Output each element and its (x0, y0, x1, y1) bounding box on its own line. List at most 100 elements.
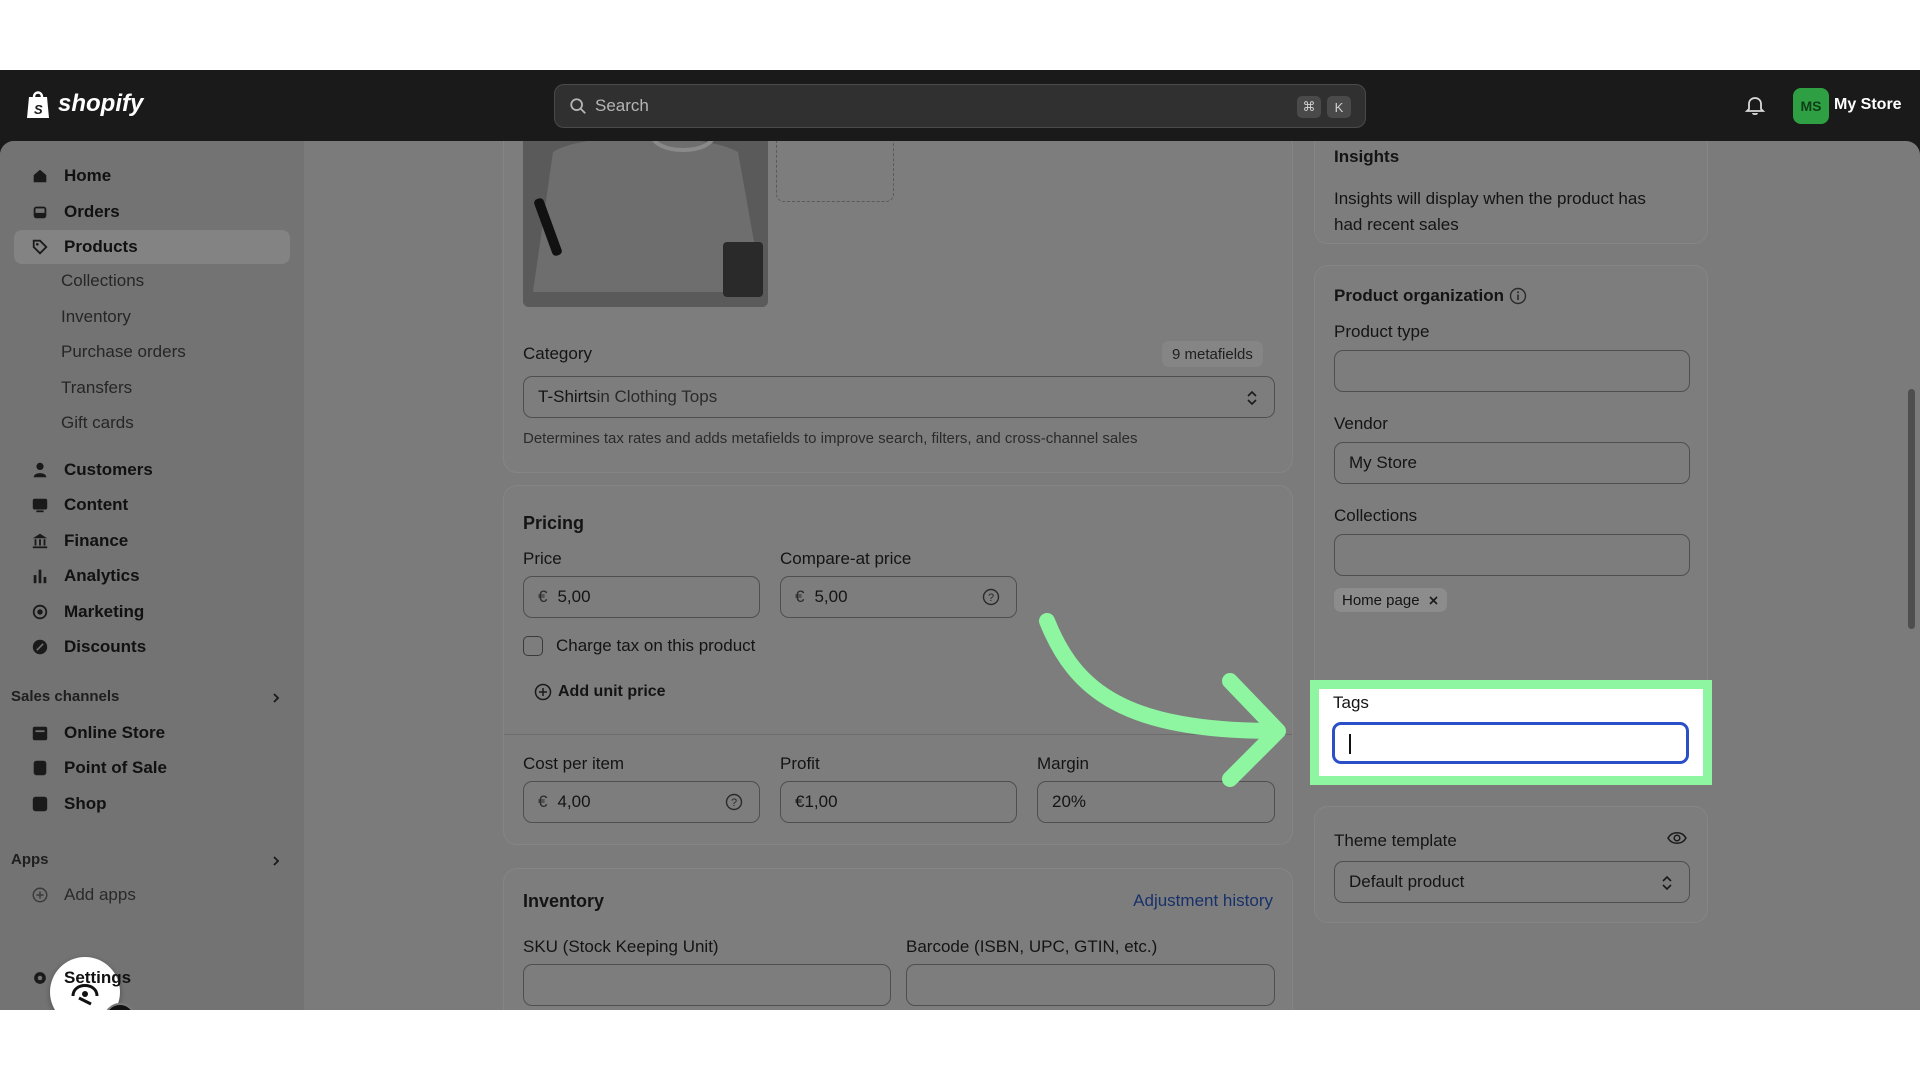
chevron-right-icon[interactable] (270, 855, 282, 867)
pointer-arrow-annotation (1039, 613, 1286, 787)
currency-symbol: € (538, 587, 548, 606)
theme-template-card: Theme template Default product (1314, 806, 1708, 923)
chevron-right-icon[interactable] (270, 692, 282, 704)
sidebar-item-finance[interactable]: Finance (14, 524, 290, 558)
sidebar-item-settings[interactable]: Settings (14, 961, 290, 995)
image-icon (30, 495, 50, 515)
eye-icon[interactable] (1667, 830, 1687, 846)
sidebar-item-label: Orders (64, 202, 120, 221)
apps-heading: Apps (11, 851, 49, 868)
adjustment-history-link[interactable]: Adjustment history (1133, 891, 1273, 911)
question-circle-icon[interactable]: ? (725, 793, 743, 811)
theme-template-value: Default product (1349, 872, 1465, 891)
theme-template-select[interactable]: Default product (1334, 861, 1690, 903)
store-name[interactable]: My Store (1834, 96, 1902, 114)
cost-per-item-input[interactable]: € 4,00 ? (523, 781, 760, 823)
sidebar-item-label: Home (64, 166, 112, 185)
sidebar-subitem-purchase-orders[interactable]: Purchase orders (61, 342, 186, 362)
question-circle-icon[interactable]: ? (982, 588, 1000, 606)
sidebar-item-label: Finance (64, 531, 129, 550)
collections-label: Collections (1334, 506, 1418, 525)
bank-icon (30, 531, 50, 551)
info-icon[interactable] (1509, 287, 1527, 305)
logo-text: shopify (58, 90, 144, 117)
insights-text: Insights will display when the product h… (1334, 186, 1646, 238)
vendor-input[interactable]: My Store (1334, 442, 1690, 484)
sidebar-item-marketing[interactable]: Marketing (14, 595, 290, 629)
barcode-input[interactable] (906, 964, 1275, 1006)
sidebar-subitem-collections[interactable]: Collections (61, 271, 144, 291)
add-unit-price-button[interactable]: Add unit price (534, 683, 666, 701)
main-shell: Home Orders Products Collections Invento… (0, 141, 1920, 1010)
add-media-dropzone[interactable] (776, 141, 894, 202)
collection-chip-label: Home page (1342, 591, 1420, 609)
barcode-label: Barcode (ISBN, UPC, GTIN, etc.) (906, 937, 1158, 956)
sidebar-subitem-transfers[interactable]: Transfers (61, 378, 132, 398)
search-bar[interactable]: Search ⌘ K (554, 84, 1366, 128)
price-input[interactable]: € 5,00 (523, 576, 760, 618)
bell-icon[interactable] (1744, 94, 1766, 116)
gear-icon (30, 968, 50, 988)
store-avatar[interactable]: MS (1793, 88, 1829, 124)
sidebar-item-shop[interactable]: Shop (14, 787, 290, 821)
sidebar-item-label: Point of Sale (64, 758, 167, 777)
person-icon (30, 460, 50, 480)
search-icon (570, 98, 586, 114)
sidebar-item-customers[interactable]: Customers (14, 453, 290, 487)
tags-label: Tags (1333, 693, 1369, 712)
sidebar-item-discounts[interactable]: Discounts (14, 630, 290, 664)
profit-field: €1,00 (780, 781, 1017, 823)
pricing-title: Pricing (523, 513, 585, 533)
home-icon (30, 166, 50, 186)
sku-input[interactable] (523, 964, 891, 1006)
plus-circle-icon (30, 885, 50, 905)
sidebar-item-online-store[interactable]: Online Store (14, 716, 290, 750)
insights-title: Insights (1334, 147, 1400, 166)
shop-icon (30, 794, 50, 814)
sidebar-item-label: Shop (64, 794, 107, 813)
sidebar-subitem-gift-cards[interactable]: Gift cards (61, 413, 134, 433)
insights-card: Insights Insights will display when the … (1314, 141, 1708, 244)
top-bar: S shopify Search ⌘ K MS My Store (0, 70, 1920, 141)
shopify-logo[interactable]: S shopify (24, 88, 143, 120)
product-image[interactable] (523, 141, 768, 307)
currency-symbol: € (538, 792, 548, 811)
sales-channels-heading: Sales channels (11, 688, 120, 705)
close-icon[interactable] (1428, 595, 1439, 606)
theme-template-label: Theme template (1334, 831, 1457, 850)
sidebar-item-products[interactable]: Products (14, 230, 290, 264)
sidebar-item-label: Marketing (64, 602, 145, 621)
product-organization-title: Product organization (1334, 286, 1504, 305)
shortcut-k-key: K (1327, 96, 1351, 118)
product-type-input[interactable] (1334, 350, 1690, 392)
bar-chart-icon (30, 566, 50, 586)
compare-at-value: 5,00 (814, 587, 848, 606)
charge-tax-checkbox[interactable] (523, 636, 543, 656)
tags-input[interactable] (1332, 722, 1689, 764)
sidebar-item-home[interactable]: Home (14, 159, 290, 193)
sidebar-item-label: Discounts (64, 637, 147, 656)
category-label: Category (523, 344, 592, 363)
metafields-badge[interactable]: 9 metafields (1162, 341, 1263, 367)
insights-text-line1: Insights will display when the product h… (1334, 189, 1646, 208)
tag-icon (30, 237, 50, 257)
sidebar-item-content[interactable]: Content (14, 488, 290, 522)
app-frame: S shopify Search ⌘ K MS My Store Home Or… (0, 70, 1920, 1010)
sidebar-subitem-inventory[interactable]: Inventory (61, 307, 131, 327)
collections-input[interactable] (1334, 534, 1690, 576)
sidebar-item-label: Add apps (64, 885, 136, 904)
currency-symbol: € (795, 587, 805, 606)
category-path: in Clothing Tops (596, 387, 718, 406)
page-scrollbar[interactable] (1908, 389, 1915, 629)
sidebar: Home Orders Products Collections Invento… (0, 141, 304, 1010)
cost-per-item-label: Cost per item (523, 754, 625, 773)
price-value: 5,00 (557, 587, 591, 606)
collection-chip: Home page (1334, 588, 1447, 612)
compare-at-input[interactable]: € 5,00 ? (780, 576, 1017, 618)
sidebar-item-analytics[interactable]: Analytics (14, 559, 290, 593)
sidebar-item-label: Online Store (64, 723, 166, 742)
category-select[interactable]: T-Shirts in Clothing Tops (523, 376, 1275, 418)
sidebar-item-orders[interactable]: Orders (14, 195, 290, 229)
sidebar-item-add-apps[interactable]: Add apps (14, 878, 290, 912)
sidebar-item-point-of-sale[interactable]: Point of Sale (14, 751, 290, 785)
